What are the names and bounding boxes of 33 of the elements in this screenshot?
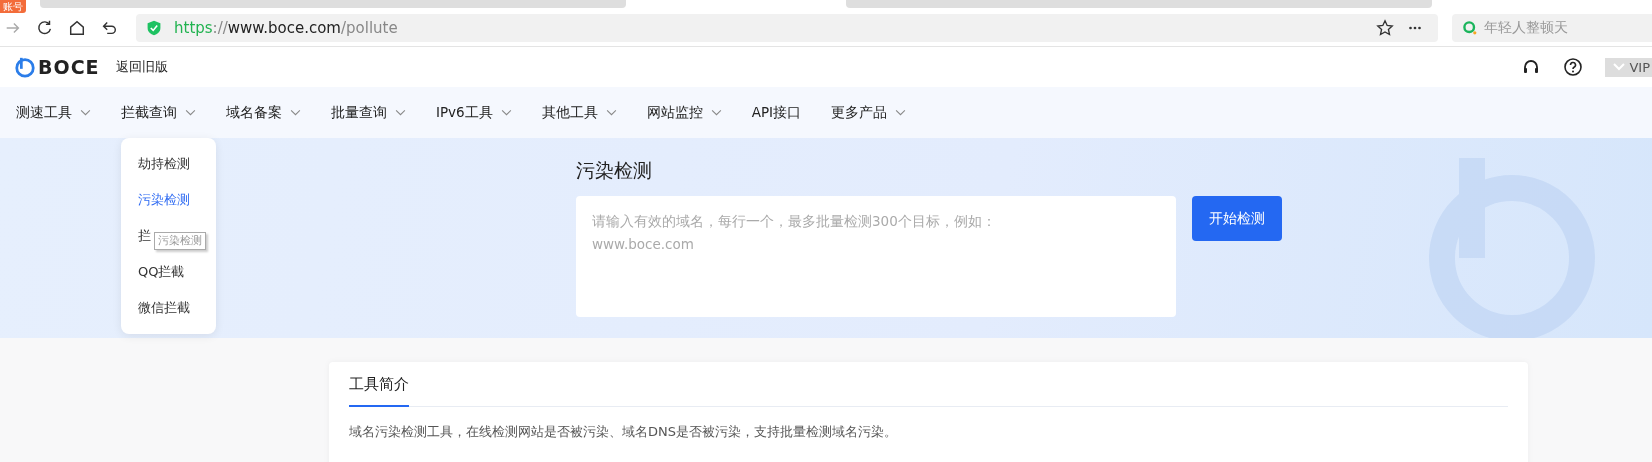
- shield-icon: [146, 20, 162, 36]
- intro-text: 域名污染检测工具，在线检测网站是否被污染、域名DNS是否被污染，支持批量检测域名污染。: [349, 423, 898, 441]
- logo[interactable]: BOCE: [14, 56, 100, 78]
- page-title: 污染检测: [576, 158, 653, 183]
- dropdown-item[interactable]: QQ拦截: [138, 254, 185, 290]
- url-text: https://www.boce.com/pollute: [174, 19, 398, 37]
- nav-menu-item[interactable]: 其他工具: [541, 103, 617, 122]
- dropdown-item[interactable]: 污染检测: [138, 182, 190, 218]
- undo-icon[interactable]: [100, 19, 118, 37]
- nav-menu-item[interactable]: IPv6工具: [436, 103, 512, 122]
- address-bar[interactable]: https://www.boce.com/pollute: [136, 14, 1438, 42]
- nav-menu-item[interactable]: 更多产品: [831, 103, 907, 122]
- search-icon: [1462, 20, 1478, 36]
- vip-badge[interactable]: VIP: [1605, 57, 1652, 77]
- tooltip: 污染检测: [154, 232, 206, 250]
- back-link[interactable]: 返回旧版: [115, 58, 168, 76]
- nav-menu-item[interactable]: API接口: [751, 103, 802, 122]
- start-button[interactable]: 开始检测: [1192, 196, 1282, 241]
- intro-tab[interactable]: 工具简介: [349, 375, 409, 407]
- domain-input-field[interactable]: 请输入有效的域名，每行一个，最多批量检测300个目标，例如： www.boce.com: [576, 196, 1176, 317]
- account-badge: 账号: [0, 0, 26, 13]
- help-icon[interactable]: [1563, 57, 1584, 77]
- reload-icon[interactable]: [36, 19, 54, 37]
- dropdown-item[interactable]: 劫持检测: [138, 146, 190, 182]
- star-icon[interactable]: [1376, 19, 1394, 37]
- nav-menu-item[interactable]: 域名备案: [226, 103, 301, 122]
- dropdown-item[interactable]: 拦: [138, 218, 151, 254]
- nav-menu-item[interactable]: 批量查询: [331, 103, 406, 122]
- home-icon[interactable]: [68, 19, 86, 37]
- nav-menu-item[interactable]: 网站监控: [646, 103, 722, 122]
- nav-menu-item[interactable]: 测速工具: [16, 103, 91, 122]
- dropdown-item[interactable]: 微信拦截: [138, 290, 190, 326]
- nav-menu-item[interactable]: 拦截查询: [121, 103, 196, 122]
